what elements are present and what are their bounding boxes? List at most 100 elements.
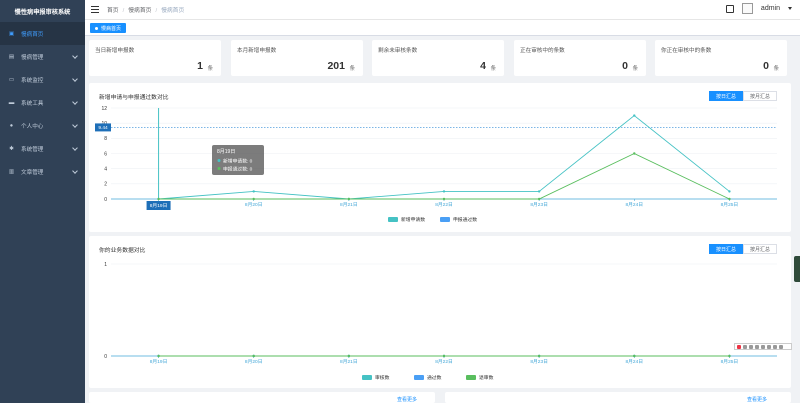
chart-business[interactable]: 0 1 8月19日 8月20日 8月21日 8月22日 8月23日 8月24日 8月25日审核数… [89,236,791,388]
data-point[interactable] [347,197,351,201]
toolbox-icon[interactable] [761,344,765,349]
caret-down-icon[interactable] [788,7,792,10]
fullscreen-icon[interactable] [725,4,734,13]
toolbox-icon[interactable] [773,344,777,349]
data-point[interactable] [728,354,731,358]
legend-swatch[interactable] [414,375,424,380]
stat-card-month: 本月新增申报数 201 条 [231,40,363,76]
sidebar-item-3[interactable]: ▬ 系统工具 [0,91,85,114]
chart-toolbox[interactable] [734,343,792,350]
y-tick-label: 8 [104,136,107,142]
y-tick-label: 1 [104,262,107,268]
data-point[interactable] [442,197,446,201]
data-point[interactable] [633,152,636,155]
data-point[interactable] [252,197,255,201]
stat-value: 0 [763,60,769,72]
data-point[interactable] [633,114,636,117]
stat-label: 正在审核中的条数 [520,48,565,54]
data-point[interactable] [537,354,541,358]
stat-unit: 条 [773,66,779,72]
data-point[interactable] [157,197,160,201]
toolbox-icon[interactable] [755,344,759,349]
x-tick-label: 8月23日 [530,202,548,208]
stat-unit: 条 [349,66,355,72]
sidebar-item-label: 文章管理 [21,169,44,176]
sidebar-item-label: 个人中心 [21,123,44,130]
monitor-icon: ▭ [8,76,15,83]
legend-swatch[interactable] [362,375,372,380]
tag-active[interactable]: 慢病首页 [90,23,127,33]
floating-side-tab[interactable] [794,256,800,282]
x-tick-label: 8月22日 [435,202,453,208]
legend-swatch[interactable] [388,217,398,222]
gear-icon: ✱ [9,145,14,152]
tool-icon: ▬ [8,99,15,106]
x-tick-label: 8月21日 [340,359,358,365]
tooltip-title: 8月19日 [217,149,235,155]
user-name[interactable]: admin [761,5,780,12]
breadcrumb-item[interactable]: 慢病首页 [128,8,151,14]
toolbox-icon[interactable] [779,344,783,349]
stat-value: 1 [197,60,203,72]
data-point[interactable] [728,190,731,193]
legend-label[interactable]: 退审数 [479,374,494,381]
y-tick-label: 12 [101,106,107,112]
tooltip-row: 新增申请数: 0 [223,158,253,165]
stat-value: 201 [327,60,345,72]
sidebar-item-0[interactable]: ▣ 慢病首页 [0,22,85,45]
view-more-link[interactable]: 查看更多 [747,396,767,403]
data-point[interactable] [252,354,255,358]
toolbox-icon[interactable] [767,344,771,349]
sidebar: 慢性病申报审核系统 ▣ 慢病首页 ▤ 慢病管理 ▭ 系统监控 ▬ 系统工具 ● 个人中心 ✱ 系统管理… [0,0,85,403]
stat-unit: 条 [632,66,638,72]
article-icon: ▥ [8,168,15,175]
avatar[interactable] [741,3,753,14]
stat-card-reviewing: 正在审核中的条数 0 条 [514,40,646,76]
data-point[interactable] [347,354,351,358]
stat-unit: 条 [490,66,496,72]
data-point[interactable] [537,190,541,193]
toolbox-icon[interactable] [737,344,741,349]
data-point[interactable] [157,354,160,358]
tooltip-marker [217,159,221,162]
breadcrumb: 首页 / 慢病首页 / 慢病首页 [107,8,185,14]
tooltip-marker [217,167,221,170]
axis-pointer-value: 9.44 [98,125,108,131]
legend-label[interactable]: 申报通过数 [453,216,477,223]
x-tick-label: 8月23日 [530,359,548,365]
breadcrumb-home[interactable]: 首页 [107,8,119,14]
data-point[interactable] [633,354,636,358]
y-tick-label: 4 [104,166,107,172]
app-title: 慢性病申报审核系统 [14,8,71,16]
legend-swatch[interactable] [466,375,476,380]
data-point[interactable] [728,197,731,201]
breadcrumb-current: 慢病首页 [161,8,185,14]
sidebar-item-label: 系统管理 [21,146,44,153]
x-tick-label: 8月24日 [625,359,643,365]
legend-label[interactable]: 新增申请数 [401,216,425,223]
chevron-down-icon [72,53,78,59]
data-point[interactable] [442,190,446,193]
sidebar-item-6[interactable]: ▥ 文章管理 [0,160,85,183]
sidebar-item-1[interactable]: ▤ 慢病管理 [0,45,85,68]
chart-applications[interactable]: 0246810128月19日8月20日8月21日8月22日8月23日8月24日8… [89,83,791,232]
legend-label[interactable]: 通过数 [427,374,442,381]
sidebar-item-5[interactable]: ✱ 系统管理 [0,137,85,160]
data-point[interactable] [537,197,541,201]
legend-label[interactable]: 审核数 [375,374,390,381]
toolbox-icon[interactable] [749,344,753,349]
toolbox-icon[interactable] [743,344,747,349]
sidebar-item-4[interactable]: ● 个人中心 [0,114,85,137]
chart-panel-business: 你的业务数据对比 按日汇总 按月汇总 0 1 8月19日 8月20日 8月21日 8月22… [89,236,791,388]
data-point[interactable] [442,354,446,358]
chevron-down-icon [72,99,78,105]
sidebar-item-label: 系统工具 [21,100,44,107]
sidebar-item-2[interactable]: ▭ 系统监控 [0,68,85,91]
hamburger-icon[interactable] [91,6,99,13]
data-point[interactable] [252,190,255,193]
view-more-link[interactable]: 查看更多 [397,396,417,403]
legend-swatch[interactable] [440,217,450,222]
stat-value: 4 [480,60,486,72]
x-tick-label: 8月19日 [150,359,168,365]
stat-label: 本月新增申报数 [237,48,277,54]
